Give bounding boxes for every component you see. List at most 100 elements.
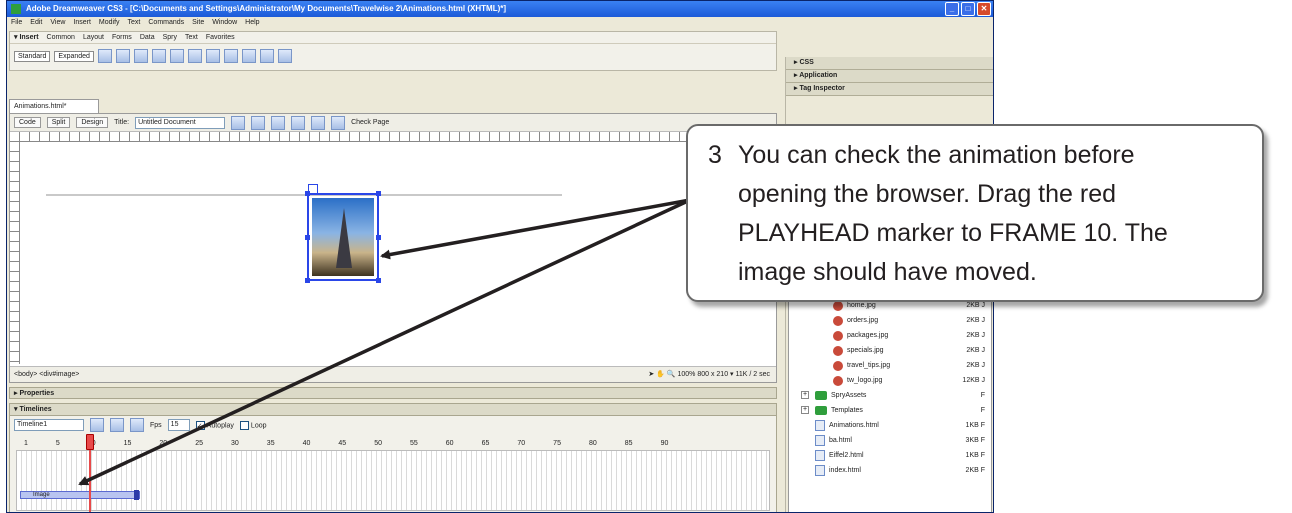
selected-image-layer[interactable]	[305, 191, 381, 283]
code-view-button[interactable]: Code	[14, 117, 41, 128]
hand-tool-icon[interactable]: ✋	[656, 371, 665, 378]
css-panel-header[interactable]: ▸ CSS	[786, 57, 993, 70]
resize-handle-bl[interactable]	[305, 278, 310, 283]
maximize-button[interactable]: □	[961, 2, 975, 16]
spry-panel-icon[interactable]	[241, 49, 256, 63]
html-file-icon	[815, 420, 825, 431]
resize-handle-ml[interactable]	[305, 235, 310, 240]
column-icon[interactable]	[169, 49, 184, 63]
menu-edit[interactable]: Edit	[30, 17, 42, 29]
file-name: packages.jpg	[847, 332, 889, 339]
expanded-mode-button[interactable]: Expanded	[54, 50, 94, 62]
menu-text[interactable]: Text	[128, 17, 141, 29]
zoom-tool-icon[interactable]: 🔍	[667, 371, 676, 378]
properties-panel-header[interactable]: ▸ Properties	[9, 387, 777, 399]
file-management-icon[interactable]	[231, 115, 246, 130]
resize-handle-mr[interactable]	[376, 235, 381, 240]
timeline-select[interactable]: Timeline1	[14, 419, 84, 431]
expand-icon[interactable]: +	[801, 391, 809, 399]
layer-icon[interactable]	[115, 49, 130, 63]
autoplay-checkbox[interactable]: ✓ Autoplay	[195, 420, 234, 430]
frame-icon[interactable]	[133, 49, 148, 63]
spry-tab-icon[interactable]	[259, 49, 274, 63]
select-tool-icon[interactable]: ➤	[648, 371, 654, 378]
back-frame-icon[interactable]	[110, 418, 124, 432]
menu-window[interactable]: Window	[212, 17, 237, 29]
file-row[interactable]: ba.html 3KB F	[789, 433, 991, 448]
menu-commands[interactable]: Commands	[148, 17, 184, 29]
file-row[interactable]: Animations.html 1KB F	[789, 418, 991, 433]
table-icon[interactable]	[97, 49, 112, 63]
eiffel-tower-image[interactable]	[312, 198, 374, 276]
resize-handle-tr[interactable]	[376, 191, 381, 196]
application-panel-header[interactable]: ▸ Application	[786, 70, 993, 83]
preview-browser-icon[interactable]	[251, 115, 266, 130]
file-size: 1KB F	[965, 452, 985, 459]
cell-icon[interactable]	[187, 49, 202, 63]
spry-menu-icon[interactable]	[223, 49, 238, 63]
timeline-frame-grid[interactable]	[16, 450, 770, 511]
design-view-button[interactable]: Design	[76, 117, 109, 128]
expand-icon[interactable]: +	[801, 406, 809, 414]
zoom-level[interactable]: 100%	[677, 371, 695, 378]
playhead-marker[interactable]	[86, 434, 94, 512]
tab-text[interactable]: Text	[185, 32, 198, 43]
validate-markup-icon[interactable]	[331, 115, 346, 130]
row-icon[interactable]	[151, 49, 166, 63]
file-row[interactable]: orders.jpg 2KB J	[789, 313, 991, 328]
playhead-handle[interactable]	[86, 434, 94, 450]
tab-layout[interactable]: Layout	[83, 32, 104, 43]
resize-handle-br[interactable]	[376, 278, 381, 283]
vertical-ruler	[10, 142, 20, 364]
title-input[interactable]: Untitled Document	[135, 116, 226, 129]
rewind-icon[interactable]	[90, 418, 104, 432]
html-file-icon	[815, 450, 825, 461]
fps-input[interactable]: 15	[167, 419, 190, 431]
tag-inspector-panel-header[interactable]: ▸ Tag Inspector	[786, 83, 993, 96]
file-row[interactable]: index.html 2KB F	[789, 463, 991, 478]
file-row[interactable]: Eiffel2.html 1KB F	[789, 448, 991, 463]
tab-forms[interactable]: Forms	[112, 32, 132, 43]
refresh-icon[interactable]	[271, 115, 286, 130]
insert-bar-header[interactable]: ▾ Insert	[14, 32, 39, 43]
loop-checkbox-box[interactable]	[239, 420, 249, 430]
file-size: F	[980, 392, 985, 399]
file-row[interactable]: tw_logo.jpg 12KB J	[789, 373, 991, 388]
file-row[interactable]: + SpryAssets F	[789, 388, 991, 403]
forward-frame-icon[interactable]	[130, 418, 144, 432]
tab-spry[interactable]: Spry	[163, 32, 177, 43]
resize-handle-tl[interactable]	[305, 191, 310, 196]
file-row[interactable]: travel_tips.jpg 2KB J	[789, 358, 991, 373]
tab-favorites[interactable]: Favorites	[206, 32, 235, 43]
split-view-button[interactable]: Split	[46, 117, 71, 128]
minimize-button[interactable]: _	[945, 2, 959, 16]
frame-number: 75	[553, 440, 561, 447]
document-tab[interactable]: Animations.html*	[9, 99, 99, 113]
title-bar: Adobe Dreamweaver CS3 - [C:\Documents an…	[7, 1, 993, 17]
visual-aids-icon[interactable]	[311, 115, 326, 130]
close-button[interactable]: ✕	[977, 2, 991, 16]
menu-modify[interactable]: Modify	[99, 17, 120, 29]
tab-common[interactable]: Common	[47, 32, 75, 43]
tab-data[interactable]: Data	[140, 32, 155, 43]
menu-insert[interactable]: Insert	[73, 17, 91, 29]
tag-selector[interactable]: <body> <div#image>	[14, 371, 79, 378]
menu-site[interactable]: Site	[192, 17, 204, 29]
window-size-info[interactable]: 800 x 210 ▾ 11K / 2 sec	[697, 371, 770, 378]
loop-checkbox[interactable]: Loop	[239, 420, 267, 430]
autoplay-checkbox-box[interactable]: ✓	[195, 420, 205, 430]
timelines-panel-header[interactable]: ▾ Timelines	[10, 404, 776, 416]
div-icon[interactable]	[205, 49, 220, 63]
menu-help[interactable]: Help	[245, 17, 259, 29]
file-row[interactable]: + Templates F	[789, 403, 991, 418]
check-page-button[interactable]: Check Page	[351, 119, 389, 126]
timeline-animation-bar[interactable]: Image	[20, 490, 140, 500]
spry-collapse-icon[interactable]	[277, 49, 292, 63]
file-row[interactable]: packages.jpg 2KB J	[789, 328, 991, 343]
view-options-icon[interactable]	[291, 115, 306, 130]
file-row[interactable]: specials.jpg 2KB J	[789, 343, 991, 358]
keyframe-marker[interactable]	[134, 490, 139, 500]
menu-file[interactable]: File	[11, 17, 22, 29]
standard-mode-button[interactable]: Standard	[14, 50, 51, 62]
menu-view[interactable]: View	[50, 17, 65, 29]
